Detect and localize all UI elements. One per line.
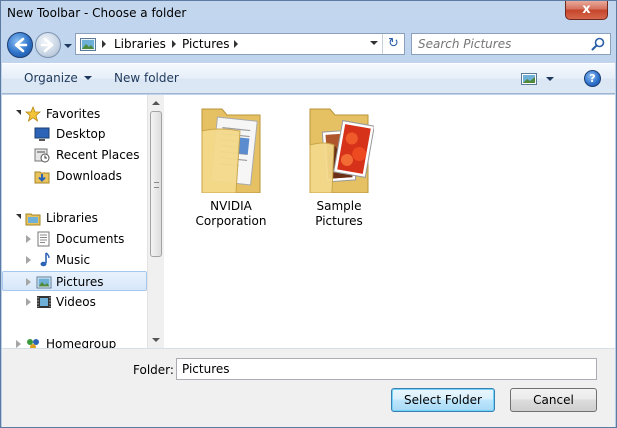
pictures-library-icon [80, 38, 96, 51]
nav-videos[interactable]: Videos [2, 292, 147, 312]
close-button[interactable]: x [565, 1, 608, 20]
new-folder-button[interactable]: New folder [114, 71, 179, 85]
nav-libraries[interactable]: Libraries [2, 208, 147, 228]
documents-label: Documents [56, 232, 125, 246]
expander-open-icon[interactable] [16, 110, 21, 115]
libraries-label: Libraries [46, 211, 98, 225]
folder-item[interactable]: Sample Pictures [291, 101, 387, 229]
desktop-icon [34, 127, 50, 141]
nav-documents[interactable]: Documents [2, 229, 147, 249]
folder-field-label: Folder: [133, 363, 174, 377]
folder-pictures-icon [309, 108, 375, 194]
nav-recent-places[interactable]: Recent Places [2, 145, 147, 165]
expander-closed-icon[interactable] [16, 340, 21, 348]
scroll-down-icon[interactable] [152, 338, 160, 342]
address-history-dropdown-icon[interactable] [370, 41, 378, 45]
navigation-pane: Favorites Desktop Recent Places Download… [2, 95, 147, 348]
breadcrumb-separator-icon[interactable] [234, 40, 238, 48]
search-input[interactable] [418, 36, 588, 52]
help-button[interactable]: ? [584, 70, 601, 87]
folder-name-field[interactable]: Pictures [176, 358, 597, 380]
select-folder-button[interactable]: Select Folder [391, 388, 495, 412]
address-bar[interactable]: Libraries Pictures ↻ [75, 33, 405, 55]
scrollbar-thumb[interactable] [150, 111, 162, 257]
search-box[interactable] [411, 33, 611, 55]
view-options-dropdown-icon[interactable] [546, 77, 554, 81]
expander-closed-icon[interactable] [26, 278, 31, 286]
breadcrumb-libraries[interactable]: Libraries [114, 37, 166, 51]
nav-scrollbar[interactable] [147, 95, 164, 348]
pictures-label: Pictures [56, 275, 104, 289]
nav-pictures[interactable]: Pictures [2, 271, 147, 291]
recent-places-label: Recent Places [56, 148, 140, 162]
recent-places-icon [34, 148, 50, 163]
pictures-icon [36, 276, 52, 289]
expander-closed-icon[interactable] [26, 256, 31, 264]
close-icon: x [582, 2, 591, 17]
scroll-grip-icon [154, 182, 159, 188]
videos-label: Videos [56, 295, 96, 309]
breadcrumb-separator-icon[interactable] [102, 40, 106, 48]
music-icon [40, 252, 50, 267]
nav-music[interactable]: Music [2, 250, 147, 270]
forward-arrow-icon [40, 37, 54, 53]
organize-label: Organize [24, 71, 78, 85]
nav-desktop[interactable]: Desktop [2, 124, 147, 144]
search-icon[interactable] [591, 37, 605, 51]
favorites-label: Favorites [46, 107, 101, 121]
documents-icon [37, 231, 50, 247]
expander-closed-icon[interactable] [26, 298, 31, 306]
homegroup-icon [27, 339, 39, 348]
libraries-icon [25, 213, 41, 226]
refresh-button[interactable]: ↻ [382, 34, 404, 54]
cancel-button[interactable]: Cancel [510, 388, 597, 412]
folder-label: NVIDIA Corporation [195, 199, 267, 228]
organize-menu[interactable]: Organize [24, 71, 92, 85]
downloads-icon [34, 171, 50, 184]
content-pane: NVIDIA Corporation Sample Pictures [164, 95, 615, 348]
command-bar: Organize New folder ? [2, 63, 615, 94]
recent-pages-dropdown-icon[interactable] [63, 41, 73, 51]
back-arrow-icon [14, 37, 28, 53]
help-icon: ? [589, 72, 596, 85]
nav-favorites[interactable]: Favorites [2, 104, 147, 124]
back-button[interactable] [7, 32, 33, 58]
homegroup-label: Homegroup [46, 337, 117, 348]
desktop-label: Desktop [56, 127, 106, 141]
folder-documents-icon [201, 108, 261, 194]
refresh-icon: ↻ [388, 36, 399, 51]
forward-button[interactable] [35, 32, 61, 58]
nav-homegroup[interactable]: Homegroup [2, 334, 147, 348]
expander-open-icon[interactable] [16, 214, 21, 219]
address-row: Libraries Pictures ↻ [1, 29, 616, 61]
videos-icon [37, 296, 51, 308]
folder-item[interactable]: NVIDIA Corporation [183, 101, 279, 229]
breadcrumb-separator-icon[interactable] [172, 40, 176, 48]
change-view-icon[interactable] [521, 73, 537, 85]
expander-closed-icon[interactable] [26, 235, 31, 243]
chevron-down-icon [83, 76, 92, 80]
window-title: New Toolbar - Choose a folder [7, 6, 187, 20]
dialog-footer: Folder: Pictures Select Folder Cancel [2, 348, 615, 427]
breadcrumb-pictures[interactable]: Pictures [182, 37, 230, 51]
scroll-up-icon[interactable] [152, 101, 160, 105]
nav-downloads[interactable]: Downloads [2, 166, 147, 186]
folder-label: Sample Pictures [315, 199, 363, 228]
choose-folder-dialog: New Toolbar - Choose a folder x Librarie… [0, 0, 617, 428]
music-label: Music [56, 253, 91, 267]
downloads-label: Downloads [56, 169, 122, 183]
title-bar[interactable]: New Toolbar - Choose a folder x [1, 1, 616, 27]
star-icon [25, 106, 41, 122]
